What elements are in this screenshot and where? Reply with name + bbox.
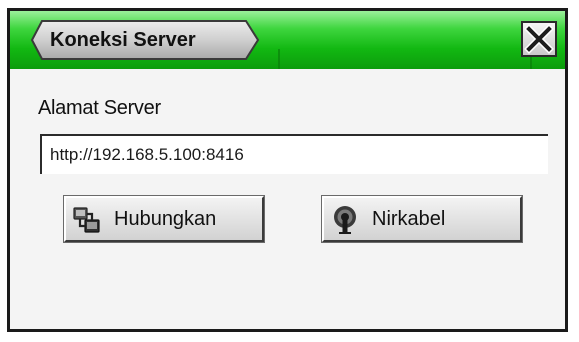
connect-button-label: Hubungkan [114,208,217,230]
network-connect-icon [73,207,100,233]
wireless-button[interactable]: Nirkabel [321,195,523,243]
wireless-button-label: Nirkabel [372,208,446,230]
close-x-icon [524,24,554,54]
dialog-body: Alamat Server Hubungkan Nirkabel [10,69,565,329]
dialog-title: Koneksi Server [50,29,196,51]
connect-button[interactable]: Hubungkan [63,195,265,243]
close-button[interactable] [521,21,557,57]
server-address-input[interactable] [40,134,548,174]
title-bar-divider [278,49,280,69]
title-bar: Koneksi Server [10,11,565,69]
server-connection-dialog: Koneksi Server Alamat Server Hubungkan [7,8,568,332]
wireless-antenna-icon [334,206,356,234]
server-address-label: Alamat Server [38,97,161,119]
title-tab: Koneksi Server [30,19,260,61]
